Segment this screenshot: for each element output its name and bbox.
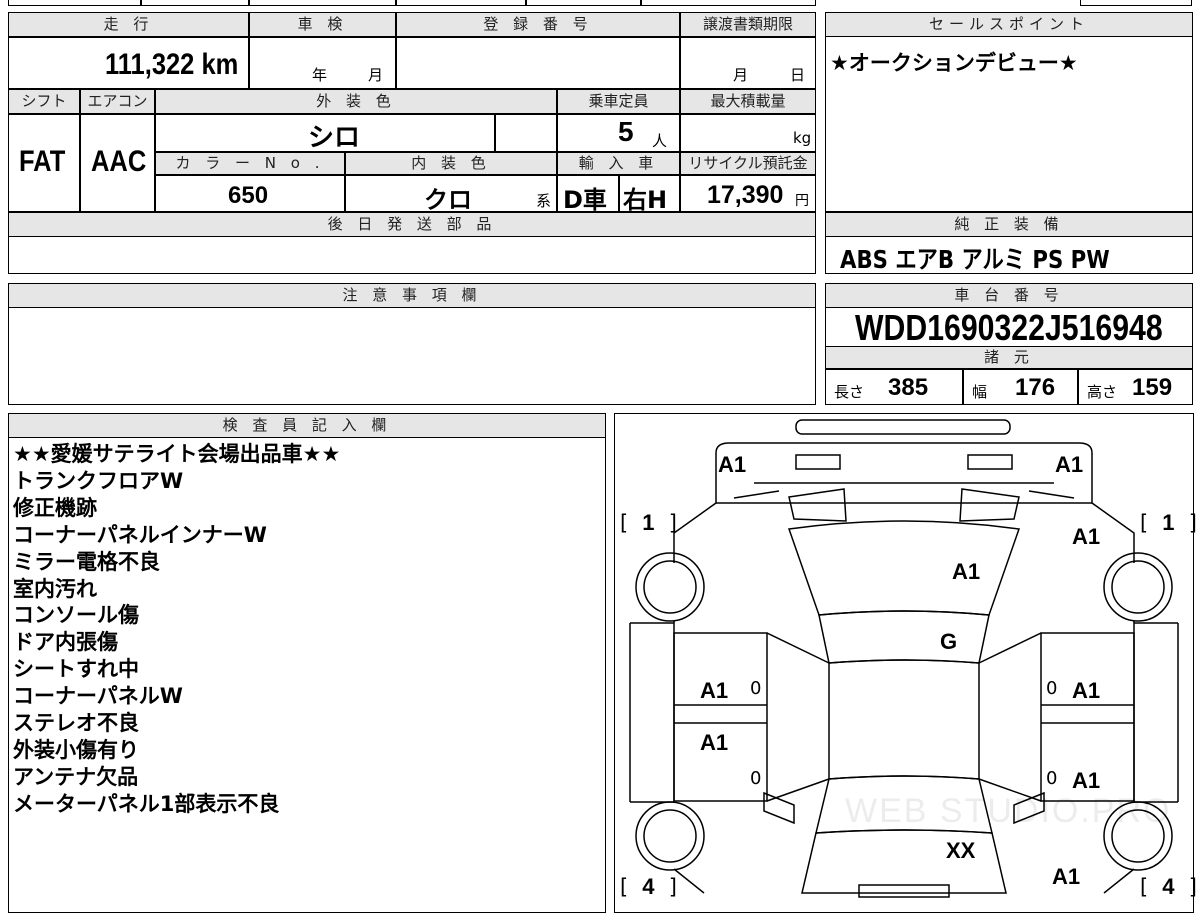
mark-right-front-door-zero: 0 <box>1046 768 1058 789</box>
inspector-note: ステレオ不良 <box>13 711 139 736</box>
inspector-note: メーターパネル1部表示不良 <box>13 791 280 816</box>
recycle-value: 17,390 <box>707 181 784 209</box>
transfer-month-unit: 月 <box>733 66 749 84</box>
capacity-header: 乗車定員 <box>557 89 680 114</box>
sales-point-text: ★オークションデビュー★ <box>830 51 1078 75</box>
interior-color-value: クロ <box>424 186 472 214</box>
max-load-unit: kg <box>793 129 812 147</box>
inspection-header: 車 検 <box>249 12 396 37</box>
genuine-equipment-header: 純 正 装 備 <box>825 212 1193 237</box>
caution-header: 注 意 事 項 欄 <box>8 283 816 308</box>
sales-point-box <box>825 12 1193 212</box>
inspector-note: 外装小傷有り <box>13 737 139 762</box>
chassis-value: WDD1690322J516948 <box>855 307 1163 348</box>
mileage-value: 111,322 km <box>105 48 239 81</box>
import-value: D車 <box>563 186 607 214</box>
mark-hood: XX <box>946 838 976 863</box>
width-value: 176 <box>1015 374 1056 401</box>
steering-value: 右H <box>623 186 668 214</box>
bracket-rear-left: [ 1 ] <box>617 510 680 535</box>
inspection-year-unit: 年 <box>312 66 328 84</box>
recycle-unit: 円 <box>795 193 809 209</box>
top-cutoff-row <box>8 0 816 6</box>
bracket-front-right: [ 4 ] <box>1137 874 1200 899</box>
transfer-day-unit: 日 <box>790 66 806 84</box>
shift-header: シフト <box>8 89 80 114</box>
length-value: 385 <box>888 374 929 401</box>
mark-right-rear-door-zero: 0 <box>1046 678 1058 699</box>
inspector-note: アンテナ欠品 <box>13 764 139 789</box>
inspector-note: ミラー電格不良 <box>13 549 160 574</box>
top-cutoff-divider <box>525 0 527 6</box>
inspector-notes: ★★愛媛サテライト会場出品車★★ トランクフロアW 修正機跡 コーナーパネルイン… <box>13 441 340 818</box>
sales-point-header: セールスポイント <box>825 12 1193 37</box>
interior-color-suffix: 系 <box>536 192 552 210</box>
mark-right-rear-quarter: A1 <box>1072 524 1101 549</box>
length-label: 長さ <box>834 383 865 401</box>
mark-trunk: A1 <box>952 559 981 584</box>
capacity-value: 5 <box>618 116 634 147</box>
mark-front-right: A1 <box>1052 864 1081 889</box>
bracket-front-left: [ 4 ] <box>617 874 680 899</box>
inspector-note: コーナーパネルW <box>13 684 183 709</box>
later-parts-header: 後 日 発 送 部 品 <box>8 212 816 237</box>
color-no-value: 650 <box>228 182 269 209</box>
max-load-header: 最大積載量 <box>680 89 816 114</box>
height-value: 159 <box>1132 374 1173 401</box>
mark-right-rear-door: A1 <box>1072 678 1101 703</box>
inspector-note: コーナーパネルインナーW <box>13 522 267 547</box>
transfer-deadline-header: 譲渡書類期限 <box>680 12 816 37</box>
color-no-header: カ ラ ー N o . <box>155 152 345 175</box>
mark-left-rear-door-zero: 0 <box>750 678 762 699</box>
ac-header: エアコン <box>80 89 155 114</box>
mark-left-front-door: A1 <box>700 730 729 755</box>
inspector-header: 検 査 員 記 入 欄 <box>8 413 606 438</box>
genuine-equipment-text: ABS エアB アルミ PS PW <box>840 245 1110 274</box>
top-cutoff-right <box>1080 0 1192 6</box>
inspector-note: コンソール傷 <box>13 603 139 628</box>
registration-cell <box>396 37 680 89</box>
mileage-header: 走 行 <box>8 12 249 37</box>
interior-color-header: 内 装 色 <box>345 152 557 175</box>
exterior-color-header: 外 装 色 <box>155 89 557 114</box>
inspection-month-unit: 月 <box>368 66 384 84</box>
inspector-note: 修正機跡 <box>13 495 97 520</box>
mark-right-front-door: A1 <box>1072 768 1101 793</box>
dimensions-header: 諸 元 <box>825 346 1193 369</box>
import-header: 輸 入 車 <box>557 152 680 175</box>
capacity-unit: 人 <box>652 132 668 150</box>
chassis-header: 車 台 番 号 <box>825 283 1193 308</box>
registration-header: 登 録 番 号 <box>396 12 680 37</box>
mark-left-rear-door: A1 <box>700 678 729 703</box>
recycle-header: リサイクル預託金 <box>680 152 816 175</box>
top-cutoff-divider <box>140 0 142 6</box>
inspector-note: ★★愛媛サテライト会場出品車★★ <box>13 442 341 466</box>
mark-rear-left-corner: A1 <box>718 452 747 477</box>
watermark: WEB STUDIO.PRO <box>845 792 1172 830</box>
inspector-note: ドア内張傷 <box>13 630 118 655</box>
inspector-note: トランクフロアW <box>13 468 184 493</box>
top-cutoff-divider <box>248 0 250 6</box>
bracket-rear-right: [ 1 ] <box>1137 510 1200 535</box>
mark-roof: G <box>940 629 958 654</box>
exterior-color-extra-cell <box>495 114 557 152</box>
height-label: 高さ <box>1087 383 1118 401</box>
inspector-note: シートすれ中 <box>13 657 139 682</box>
width-label: 幅 <box>972 383 988 401</box>
inspector-note: 室内汚れ <box>13 576 97 601</box>
top-cutoff-divider <box>640 0 642 6</box>
mark-rear-right-corner: A1 <box>1055 452 1084 477</box>
ac-value: AAC <box>91 145 147 178</box>
top-cutoff-divider <box>395 0 397 6</box>
mark-left-front-door-zero: 0 <box>750 768 762 789</box>
exterior-color-value: シロ <box>308 123 361 153</box>
shift-value: FAT <box>19 145 66 178</box>
